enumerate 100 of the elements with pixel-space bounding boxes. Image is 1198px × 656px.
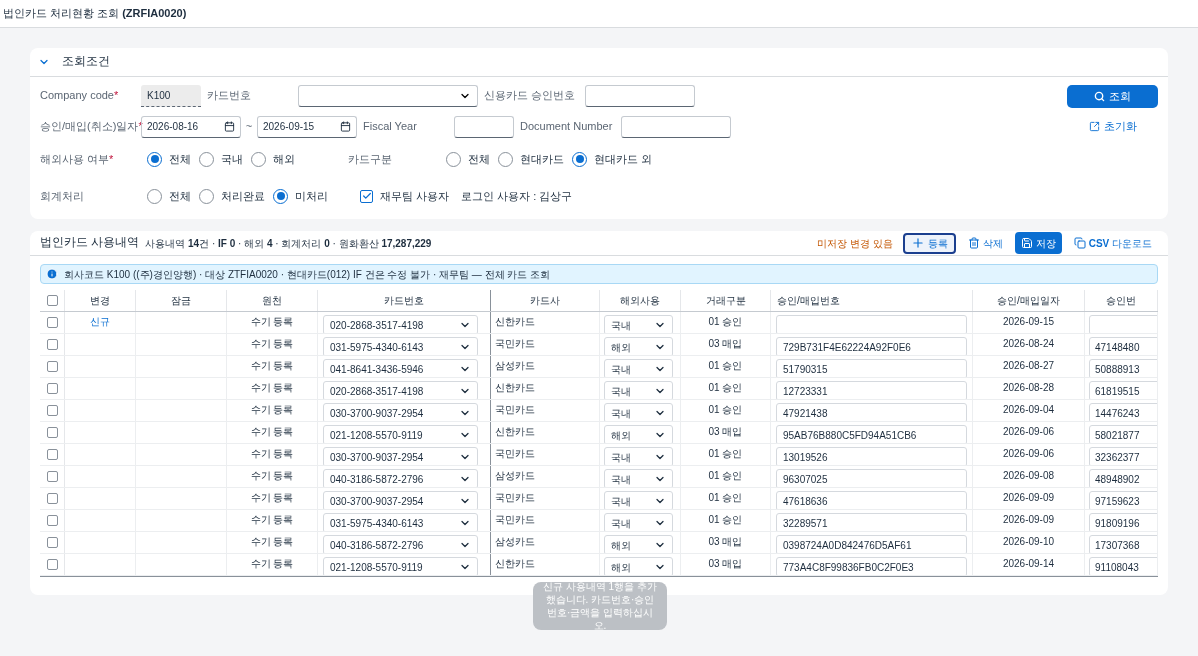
approval-number-field[interactable] <box>776 315 967 333</box>
row-checkbox[interactable] <box>46 471 58 482</box>
table-row[interactable]: 수기 등록 021-1208-5570-9119 신한카드 해외 03 매입 95AB76B880C5FD94A51CB6 2026-09-06 58021877 <box>40 422 1158 444</box>
approval-field[interactable]: 32362377 <box>1089 447 1157 465</box>
row-checkbox[interactable] <box>46 383 58 394</box>
finance-user-checkbox[interactable]: 재무팀 사용자 <box>360 187 450 205</box>
row-checkbox[interactable] <box>46 405 58 416</box>
table-row[interactable]: 수기 등록 040-3186-5872-2796 삼성카드 해외 03 매입 0398724A0D842476D5AF61 2026-09-10 17307368 <box>40 532 1158 554</box>
table-row[interactable]: 수기 등록 031-5975-4340-6143 국민카드 국내 01 승인 32289571 2026-09-09 91809196 <box>40 510 1158 532</box>
approval-field[interactable]: 47148480 <box>1089 337 1157 355</box>
table-cell: 국민카드 <box>495 492 535 503</box>
card-number-select[interactable]: 040-3186-5872-2796 <box>323 535 478 553</box>
approval-number-field[interactable]: 95AB76B880C5FD94A51CB6 <box>776 425 967 443</box>
approval-field[interactable]: 91809196 <box>1089 513 1157 531</box>
approval-number-field[interactable]: 96307025 <box>776 469 967 487</box>
table-row[interactable]: 신규 수기 등록 020-2868-3517-4198 신한카드 국내 01 승인 2026-09-15 <box>40 312 1158 334</box>
approval-number-field[interactable]: 51790315 <box>776 359 967 377</box>
card-number-select[interactable]: 021-1208-5570-9119 <box>323 425 478 443</box>
card-number-select[interactable]: 020-2868-3517-4198 <box>323 381 478 399</box>
reset-link[interactable]: 초기화 <box>1088 118 1137 135</box>
card-number-select[interactable]: 031-5975-4340-6143 <box>323 513 478 531</box>
approval-field[interactable]: 14476243 <box>1089 403 1157 421</box>
radio-option[interactable]: 처리완료 <box>199 187 265 205</box>
approval-number-field[interactable]: 47618636 <box>776 491 967 509</box>
overseas-select[interactable]: 해외 <box>604 337 673 355</box>
overseas-select[interactable]: 국내 <box>604 381 673 399</box>
card-number-select[interactable]: 030-3700-9037-2954 <box>323 491 478 509</box>
info-text: 회사코드 K100 ((주)경인양행) · 대상 ZTFIA0020 · 현대카드(012) IF 건은 수정 불가 · 재무팀 — 전체 카드 조회 <box>64 267 551 282</box>
table-row[interactable]: 수기 등록 030-3700-9037-2954 국민카드 국내 01 승인 13019526 2026-09-06 32362377 <box>40 444 1158 466</box>
table-row[interactable]: 수기 등록 031-5975-4340-6143 국민카드 해외 03 매입 729B731F4E62224A92F0E6 2026-08-24 47148480 <box>40 334 1158 356</box>
search-button[interactable]: 조회 <box>1067 85 1158 108</box>
select-all-checkbox[interactable] <box>46 295 58 306</box>
row-checkbox[interactable] <box>46 559 58 570</box>
save-button[interactable]: 저장 <box>1014 232 1062 254</box>
radio-option[interactable]: 해외 <box>251 150 295 168</box>
approval-number-field[interactable]: 0398724A0D842476D5AF61 <box>776 535 967 553</box>
approval-number-field[interactable]: 773A4C8F99836FB0C2F0E3 <box>776 557 967 575</box>
approval-field[interactable]: 48948902 <box>1089 469 1157 487</box>
approval-field[interactable]: 58021877 <box>1089 425 1157 443</box>
card-number-select[interactable]: 030-3700-9037-2954 <box>323 403 478 421</box>
row-checkbox[interactable] <box>46 427 58 438</box>
approval-number-field[interactable]: 13019526 <box>776 447 967 465</box>
table-row[interactable]: 수기 등록 021-1208-5570-9119 신한카드 해외 03 매입 773A4C8F99836FB0C2F0E3 2026-09-14 91108043 <box>40 554 1158 576</box>
overseas-select[interactable]: 국내 <box>604 469 673 487</box>
add-button[interactable]: 등록 <box>902 232 956 254</box>
overseas-select[interactable]: 국내 <box>604 491 673 509</box>
row-checkbox[interactable] <box>46 515 58 526</box>
csv-button[interactable]: CSV 다운로드 <box>1067 232 1158 254</box>
card-number-select[interactable] <box>298 84 478 107</box>
approval-field[interactable]: 61819515 <box>1089 381 1157 399</box>
row-checkbox[interactable] <box>46 493 58 504</box>
radio-option[interactable]: 전체 <box>147 150 191 168</box>
card-number-select[interactable]: 031-5975-4340-6143 <box>323 337 478 355</box>
approval-number-field[interactable]: 12723331 <box>776 381 967 399</box>
approval-field[interactable]: 50888913 <box>1089 359 1157 377</box>
radio-option[interactable]: 미처리 <box>273 187 328 205</box>
overseas-select[interactable]: 국내 <box>604 403 673 421</box>
row-checkbox[interactable] <box>46 317 58 328</box>
overseas-select[interactable]: 국내 <box>604 359 673 377</box>
row-checkbox[interactable] <box>46 361 58 372</box>
radio-option[interactable]: 전체 <box>446 150 490 168</box>
fiscal-year-field[interactable] <box>454 115 514 138</box>
radio-option[interactable]: 현대카드 외 <box>572 150 653 168</box>
plus-icon <box>910 236 925 250</box>
approval-field[interactable]: 91108043 <box>1089 557 1157 575</box>
row-checkbox[interactable] <box>46 537 58 548</box>
table-row[interactable]: 수기 등록 020-2868-3517-4198 신한카드 국내 01 승인 12723331 2026-08-28 61819515 <box>40 378 1158 400</box>
date-field[interactable]: 2026-08-16 <box>141 115 241 138</box>
document-number-field[interactable] <box>621 115 731 138</box>
save-icon <box>1020 237 1033 249</box>
table-row[interactable]: 수기 등록 030-3700-9037-2954 국민카드 국내 01 승인 47618636 2026-09-09 97159623 <box>40 488 1158 510</box>
approval-field[interactable]: 17307368 <box>1089 535 1157 553</box>
approval-number-field[interactable] <box>585 84 695 107</box>
row-checkbox[interactable] <box>46 339 58 350</box>
radio-option[interactable]: 현대카드 <box>498 150 564 168</box>
radio-option[interactable]: 전체 <box>147 187 191 205</box>
card-number-select[interactable]: 041-8641-3436-5946 <box>323 359 478 377</box>
approval-number-field[interactable]: 47921438 <box>776 403 967 421</box>
approval-field[interactable]: 97159623 <box>1089 491 1157 509</box>
overseas-select[interactable]: 국내 <box>604 315 673 333</box>
delete-button[interactable]: 삭제 <box>961 232 1009 254</box>
card-number-select[interactable]: 020-2868-3517-4198 <box>323 315 478 333</box>
approval-number-field[interactable]: 729B731F4E62224A92F0E6 <box>776 337 967 355</box>
table-row[interactable]: 수기 등록 030-3700-9037-2954 국민카드 국내 01 승인 47921438 2026-09-04 14476243 <box>40 400 1158 422</box>
table-row[interactable]: 수기 등록 041-8641-3436-5946 삼성카드 국내 01 승인 51790315 2026-08-27 50888913 <box>40 356 1158 378</box>
date-field[interactable]: 2026-09-15 <box>257 115 357 138</box>
overseas-select[interactable]: 해외 <box>604 425 673 443</box>
card-number-select[interactable]: 030-3700-9037-2954 <box>323 447 478 465</box>
overseas-select[interactable]: 해외 <box>604 557 673 575</box>
card-number-select[interactable]: 021-1208-5570-9119 <box>323 557 478 575</box>
overseas-select[interactable]: 국내 <box>604 513 673 531</box>
radio-option[interactable]: 국내 <box>199 150 243 168</box>
approval-field[interactable] <box>1089 315 1157 333</box>
approval-number-field[interactable]: 32289571 <box>776 513 967 531</box>
overseas-select[interactable]: 해외 <box>604 535 673 553</box>
row-checkbox[interactable] <box>46 449 58 460</box>
field-label: Fiscal Year <box>363 119 418 135</box>
table-row[interactable]: 수기 등록 040-3186-5872-2796 삼성카드 국내 01 승인 96307025 2026-09-08 48948902 <box>40 466 1158 488</box>
overseas-select[interactable]: 국내 <box>604 447 673 465</box>
card-number-select[interactable]: 040-3186-5872-2796 <box>323 469 478 487</box>
